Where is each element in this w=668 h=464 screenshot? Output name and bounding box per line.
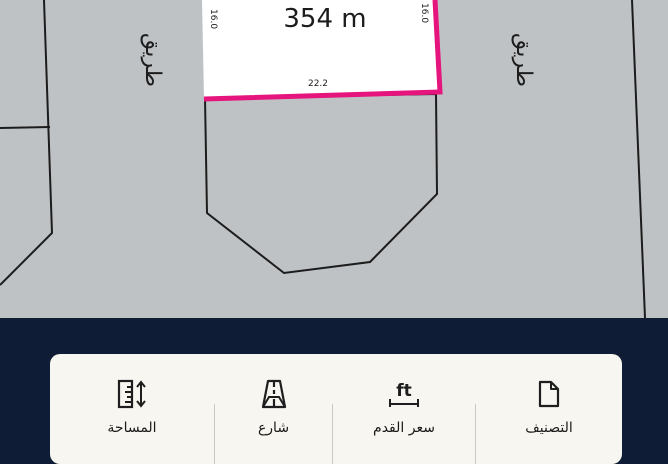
plot-info-card: المساحة شارع ft سعر القدم التصنيف: [50, 354, 622, 464]
plot-area-label: 354 m: [283, 4, 366, 34]
info-item-street[interactable]: شارع: [215, 354, 332, 464]
info-item-classification-label: التصنيف: [525, 420, 573, 436]
street-name-right: طريق: [511, 33, 536, 87]
info-item-area-label: المساحة: [107, 420, 157, 436]
feet-icon-text: ft: [396, 381, 412, 401]
plot-dimension-bottom: 22.2: [308, 79, 328, 89]
street-icon: [215, 379, 332, 409]
plot-map: 354 m 16.0 16.0 22.2 طريق طريق: [0, 0, 668, 318]
feet-icon: ft: [333, 379, 475, 409]
info-item-price-per-foot-label: سعر القدم: [373, 420, 435, 436]
plot-dimension-right: 16.0: [419, 3, 429, 23]
street-name-left: طريق: [140, 33, 165, 87]
info-item-classification[interactable]: التصنيف: [476, 354, 622, 464]
document-icon: [476, 379, 622, 409]
info-item-price-per-foot[interactable]: ft سعر القدم: [333, 354, 475, 464]
area-icon: [50, 379, 214, 409]
info-item-street-label: شارع: [257, 420, 290, 436]
parcel-boundary-left-cross: [0, 126, 51, 129]
info-item-area[interactable]: المساحة: [50, 354, 214, 464]
plot-dimension-left: 16.0: [208, 9, 218, 29]
